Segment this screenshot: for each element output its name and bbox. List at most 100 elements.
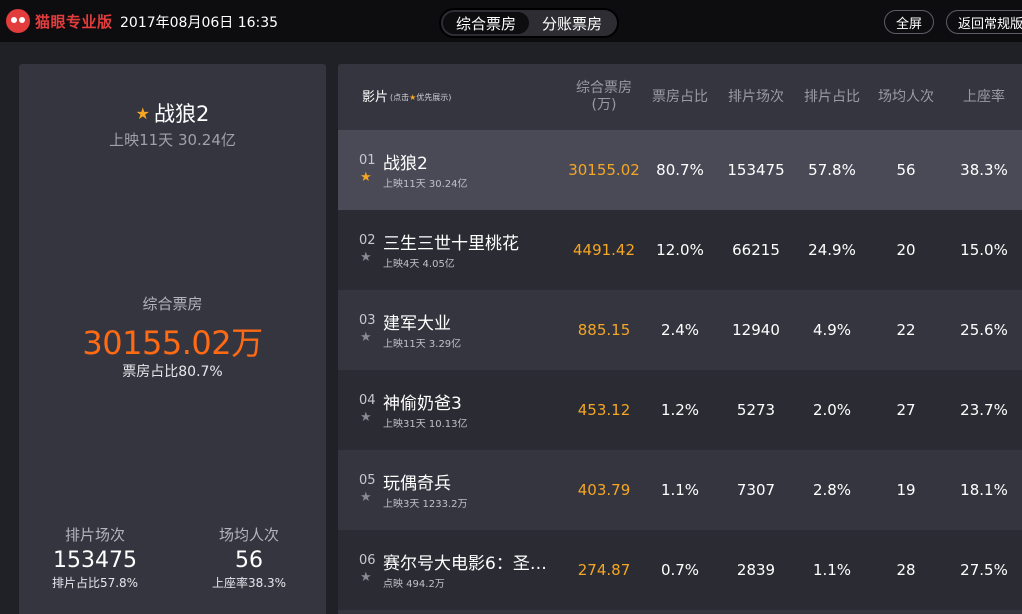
- avg-viewers-cell: 22: [896, 321, 916, 339]
- table-row[interactable]: 02 ★ 三生三世十里桃花 上映4天 4.05亿 4491.42 12.0% 6…: [338, 210, 1022, 290]
- column-header-show-share[interactable]: 排片占比: [794, 64, 870, 130]
- cat-eye-logo-icon: [6, 9, 30, 33]
- film-name: 赛尔号大电影6：圣…: [383, 554, 547, 574]
- box-office-cell: 274.87: [577, 561, 631, 579]
- occupancy-cell: 15.0%: [960, 241, 1008, 259]
- table-row[interactable]: 06 ★ 赛尔号大电影6：圣… 点映 494.2万 274.87 0.7% 28…: [338, 530, 1022, 610]
- box-office-cell: 30155.02: [568, 161, 640, 179]
- box-office-table: 影片 (点击★优先展示) 综合票房 (万) 票房占比 排片场次 排片占比 场均人次…: [338, 64, 1022, 614]
- film-release-info: 点映 494.2万: [383, 579, 445, 590]
- box-share-cell: 1.1%: [660, 481, 700, 499]
- film-name: 建军大业: [383, 314, 451, 334]
- row-rank: 06: [359, 553, 376, 568]
- film-name: 玩偶奇兵: [383, 474, 451, 494]
- row-rank: 04: [359, 393, 376, 408]
- show-share-cell: 24.9%: [808, 241, 856, 259]
- shows-cell: 153475: [727, 161, 785, 179]
- box-office-cell: 885.15: [577, 321, 631, 339]
- box-share-cell: 2.4%: [660, 321, 700, 339]
- featured-film-name: 战狼2: [153, 102, 210, 126]
- fullscreen-button[interactable]: 全屏: [884, 10, 934, 34]
- box-office-cell: 403.79: [577, 481, 631, 499]
- avg-viewers-cell: 19: [896, 481, 916, 499]
- box-share-cell: 0.7%: [660, 561, 700, 579]
- row-rank: 02: [359, 233, 376, 248]
- star-icon[interactable]: ★: [360, 570, 372, 585]
- table-row[interactable]: 04 ★ 神偷奶爸3 上映31天 10.13亿 453.12 1.2% 5273…: [338, 370, 1022, 450]
- show-share-cell: 4.9%: [812, 321, 852, 339]
- table-row[interactable]: 03 ★ 建军大业 上映11天 3.29亿 885.15 2.4% 12940 …: [338, 290, 1022, 370]
- show-share-cell: 2.8%: [812, 481, 852, 499]
- avg-viewers-cell: 20: [896, 241, 916, 259]
- occupancy-cell: 38.3%: [960, 161, 1008, 179]
- show-share-cell: 57.8%: [808, 161, 856, 179]
- box-share-cell: 80.7%: [656, 161, 704, 179]
- film-name: 战狼2: [383, 154, 428, 174]
- shows-cell: 5273: [736, 401, 776, 419]
- film-name: 神偷奶爸3: [383, 394, 462, 414]
- avg-viewers-stat: 场均人次 56 上座率38.3%: [184, 524, 314, 591]
- featured-film-title: ★ 战狼2: [19, 98, 326, 128]
- tab-combined-box-office[interactable]: 综合票房: [443, 12, 529, 34]
- film-release-info: 上映4天 4.05亿: [383, 259, 455, 270]
- shows-cell: 2839: [736, 561, 776, 579]
- film-release-info: 上映3天 1233.2万: [383, 499, 468, 510]
- avg-viewers-cell: 56: [896, 161, 916, 179]
- box-office-cell: 4491.42: [572, 241, 636, 259]
- show-share-cell: 2.0%: [812, 401, 852, 419]
- avg-viewers-label: 场均人次: [218, 526, 279, 544]
- column-header-box-share[interactable]: 票房占比: [642, 64, 718, 130]
- occupancy-rate: 上座率38.3%: [211, 576, 287, 590]
- occupancy-cell: 27.5%: [960, 561, 1008, 579]
- avg-viewers-cell: 27: [896, 401, 916, 419]
- row-rank: 03: [359, 313, 376, 328]
- film-release-info: 上映11天 30.24亿: [383, 179, 468, 190]
- film-release-info: 上映11天 3.29亿: [383, 339, 462, 350]
- avg-viewers-value: 56: [235, 548, 263, 573]
- brand-logo[interactable]: 猫眼专业版: [6, 9, 113, 33]
- column-header-film: 影片 (点击★优先展示): [362, 89, 452, 105]
- occupancy-cell: 23.7%: [960, 401, 1008, 419]
- star-icon[interactable]: ★: [360, 170, 372, 185]
- column-header-shows[interactable]: 排片场次: [718, 64, 794, 130]
- occupancy-cell: 25.6%: [960, 321, 1008, 339]
- shows-cell: 7307: [736, 481, 776, 499]
- box-office-share: 票房占比80.7%: [122, 364, 223, 380]
- star-icon: ★: [135, 104, 150, 123]
- featured-film-summary: ★ 战狼2 上映11天 30.24亿 综合票房 30155.02万 票房占比80.…: [19, 64, 326, 614]
- film-release-info: 上映31天 10.13亿: [383, 419, 468, 430]
- film-column-hint: (点击★优先展示): [390, 92, 452, 102]
- table-header: 影片 (点击★优先展示) 综合票房 (万) 票房占比 排片场次 排片占比 场均人次…: [338, 64, 1022, 130]
- box-office-label: 综合票房: [142, 295, 203, 313]
- tab-split-box-office[interactable]: 分账票房: [529, 12, 615, 34]
- column-header-box-office[interactable]: 综合票房 (万): [562, 64, 646, 130]
- column-header-avg-viewers[interactable]: 场均人次: [870, 64, 942, 130]
- back-to-standard-button[interactable]: 返回常规版: [946, 10, 1022, 34]
- star-icon[interactable]: ★: [360, 410, 372, 425]
- brand-name: 猫眼专业版: [35, 12, 113, 31]
- occupancy-cell: 18.1%: [960, 481, 1008, 499]
- current-datetime: 2017年08月06日 16:35: [120, 15, 279, 31]
- row-rank: 05: [359, 473, 376, 488]
- box-office-cell: 453.12: [577, 401, 631, 419]
- star-icon[interactable]: ★: [360, 330, 372, 345]
- box-share-cell: 12.0%: [656, 241, 704, 259]
- star-icon[interactable]: ★: [360, 250, 372, 265]
- top-bar: 猫眼专业版 2017年08月06日 16:35 综合票房 分账票房 全屏 返回常…: [0, 0, 1022, 42]
- shows-cell: 12940: [732, 321, 780, 339]
- shows-value: 153475: [53, 548, 137, 573]
- table-row[interactable]: 05 ★ 玩偶奇兵 上映3天 1233.2万 403.79 1.1% 7307 …: [338, 450, 1022, 530]
- show-share-cell: 1.1%: [812, 561, 852, 579]
- film-name: 三生三世十里桃花: [383, 234, 519, 254]
- featured-film-release-info: 上映11天 30.24亿: [109, 131, 236, 149]
- shows-label: 排片场次: [64, 526, 125, 544]
- star-icon[interactable]: ★: [360, 490, 372, 505]
- row-rank: 01: [359, 153, 376, 168]
- shows-share: 排片占比57.8%: [51, 576, 139, 590]
- shows-stat: 排片场次 153475 排片占比57.8%: [30, 524, 160, 591]
- column-header-occupancy[interactable]: 上座率: [942, 64, 1022, 130]
- box-share-cell: 1.2%: [660, 401, 700, 419]
- table-row[interactable]: 01 ★ 战狼2 上映11天 30.24亿 30155.02 80.7% 153…: [338, 130, 1022, 210]
- box-office-type-toggle: 综合票房 分账票房: [439, 8, 619, 38]
- avg-viewers-cell: 28: [896, 561, 916, 579]
